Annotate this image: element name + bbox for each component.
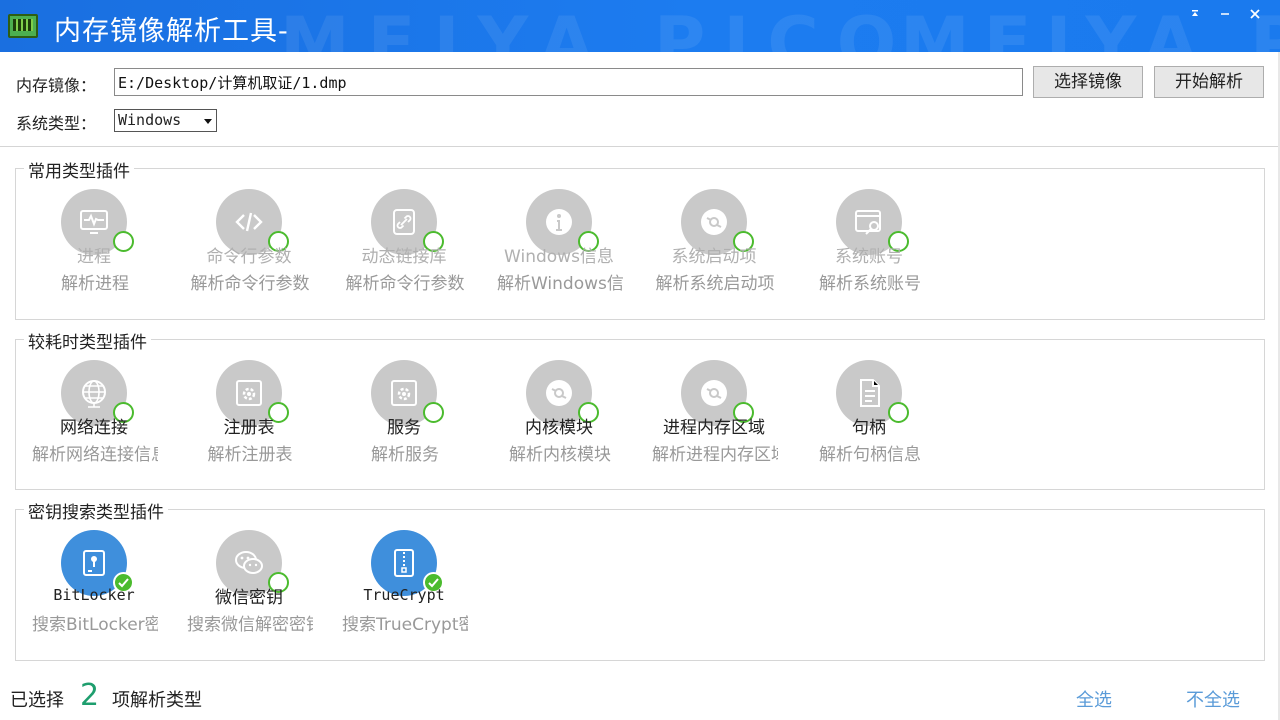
- os-select[interactable]: Windows: [114, 109, 217, 132]
- plugin-desc: 解析Windows信息: [497, 274, 623, 294]
- code-icon: [235, 212, 263, 232]
- title-watermark: MEIYA PICO: [280, 2, 915, 52]
- plugin-windows-info[interactable]: Windows信息 解析Windows信息: [481, 169, 623, 309]
- account-window-icon: [855, 210, 881, 235]
- disc-icon: [546, 380, 572, 406]
- zip-file-icon: [394, 549, 414, 577]
- plugin-services[interactable]: 服务 解析服务: [326, 340, 456, 480]
- plugin-desc: 解析网络连接信息: [32, 445, 158, 465]
- plugin-name: 网络连接: [60, 418, 128, 438]
- plugin-desc: 解析命令行参数: [345, 274, 465, 294]
- plugin-name: 系统启动项: [671, 247, 757, 267]
- plugin-desc: 搜索TrueCrypt密钥: [342, 615, 468, 635]
- plugin-handles[interactable]: 句柄 解析句柄信息: [791, 340, 921, 480]
- os-label: 系统类型：: [16, 114, 97, 133]
- plugin-dll[interactable]: 动态链接库 解析命令行参数: [326, 169, 465, 309]
- group-common-plugins: 常用类型插件 进程 解析进程 命令行参数 解析命令行参数 动态链接库 解析命令行…: [15, 157, 1265, 320]
- plugin-bitlocker[interactable]: BitLocker 搜索BitLocker密钥: [16, 510, 158, 650]
- globe-icon: [82, 380, 106, 408]
- chevron-down-icon: [204, 119, 212, 124]
- os-select-value: Windows: [118, 111, 182, 129]
- drive-lock-icon: [83, 550, 105, 576]
- plugin-name: TrueCrypt: [363, 586, 445, 604]
- info-icon: [546, 209, 572, 235]
- select-all-link[interactable]: 全选: [1076, 686, 1112, 712]
- window-title: 内存镜像解析工具-: [54, 16, 289, 47]
- plugin-name: 动态链接库: [361, 247, 447, 267]
- plugin-name: Windows信息: [504, 247, 614, 267]
- divider: [0, 146, 1280, 147]
- plugin-name: 注册表: [223, 418, 275, 438]
- plugin-name: BitLocker: [53, 586, 135, 604]
- plugin-wechat-key[interactable]: 微信密钥 搜索微信解密密钥: [171, 510, 313, 650]
- select-image-button[interactable]: 选择镜像: [1033, 66, 1143, 98]
- plugin-kernel-modules[interactable]: 内核模块 解析内核模块: [481, 340, 611, 480]
- plugin-desc: 解析句柄信息: [819, 445, 921, 465]
- plugin-name: 进程内存区域: [663, 418, 765, 438]
- plugin-desc: 搜索BitLocker密钥: [32, 615, 158, 635]
- maximize-icon[interactable]: [1213, 6, 1237, 26]
- disc-icon: [701, 209, 727, 235]
- plugin-desc: 解析内核模块: [509, 445, 611, 465]
- selected-prefix: 已选择: [10, 690, 64, 711]
- selected-count: 2: [80, 678, 100, 713]
- plugin-desc: 解析命令行参数: [190, 274, 310, 294]
- memory-chip-icon: [8, 14, 38, 38]
- minimize-icon[interactable]: [1183, 6, 1207, 26]
- title-bar[interactable]: MEIYA PICO MEIYA P 内存镜像解析工具-: [0, 0, 1280, 52]
- group-time-consuming-plugins: 较耗时类型插件 网络连接 解析网络连接信息 注册表 解析注册表 服务 解析服务 …: [15, 328, 1265, 490]
- plugin-process[interactable]: 进程 解析进程: [16, 169, 146, 309]
- plugin-name: 句柄: [852, 418, 886, 438]
- plugin-desc: 搜索微信解密密钥: [187, 615, 313, 635]
- plugin-name: 系统账号: [835, 247, 903, 267]
- plugin-desc: 解析进程内存区域: [652, 445, 778, 465]
- plugin-startup[interactable]: 系统启动项 解析系统启动项: [636, 169, 775, 309]
- image-path-input[interactable]: E:/Desktop/计算机取证/1.dmp: [114, 68, 1023, 96]
- plugin-desc: 解析注册表: [207, 445, 293, 465]
- wechat-icon: [235, 551, 263, 574]
- plugin-name: 微信密钥: [215, 588, 283, 608]
- disc-icon: [701, 380, 727, 406]
- plugin-accounts[interactable]: 系统账号 解析系统账号: [791, 169, 921, 309]
- plugin-name: 进程: [77, 247, 111, 267]
- plugin-desc: 解析系统账号: [819, 274, 921, 294]
- image-label: 内存镜像：: [16, 76, 97, 95]
- plugin-name: 命令行参数: [206, 247, 292, 267]
- plugin-cmdline[interactable]: 命令行参数 解析命令行参数: [171, 169, 310, 309]
- plugin-desc: 解析服务: [371, 445, 439, 465]
- group-key-search-plugins: 密钥搜索类型插件 BitLocker 搜索BitLocker密钥 微信密钥 搜索…: [15, 498, 1265, 661]
- plugin-name: 服务: [387, 418, 421, 438]
- plugin-desc: 解析进程: [61, 274, 129, 294]
- start-parse-button[interactable]: 开始解析: [1154, 66, 1264, 98]
- monitor-pulse-icon: [80, 210, 108, 234]
- document-icon: [860, 379, 880, 407]
- link-icon: [393, 209, 415, 235]
- close-icon[interactable]: [1243, 6, 1267, 26]
- plugin-desc: 解析系统启动项: [655, 274, 775, 294]
- plugin-name: 内核模块: [525, 418, 593, 438]
- selected-suffix: 项解析类型: [112, 690, 202, 711]
- plugin-network[interactable]: 网络连接 解析网络连接信息: [16, 340, 158, 480]
- plugin-truecrypt[interactable]: TrueCrypt 搜索TrueCrypt密钥: [326, 510, 468, 650]
- plugin-process-memory[interactable]: 进程内存区域 解析进程内存区域: [636, 340, 778, 480]
- select-none-link[interactable]: 不全选: [1186, 686, 1240, 712]
- plugin-registry[interactable]: 注册表 解析注册表: [171, 340, 301, 480]
- gear-window-icon: [391, 380, 417, 406]
- gear-window-icon: [236, 380, 262, 406]
